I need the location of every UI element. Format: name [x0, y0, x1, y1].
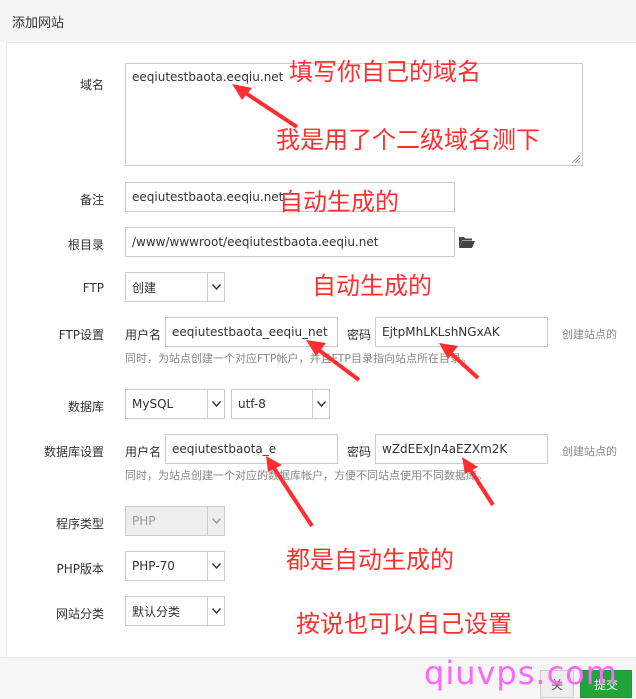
arrow-db-user: [268, 460, 314, 528]
annotation-arrows: [232, 84, 495, 528]
add-site-dialog: 添加网站 域名 eeqiutestbaota.eeqiu.net 备注 eeqi…: [0, 0, 636, 699]
watermark: qiuvps.com: [424, 654, 618, 692]
